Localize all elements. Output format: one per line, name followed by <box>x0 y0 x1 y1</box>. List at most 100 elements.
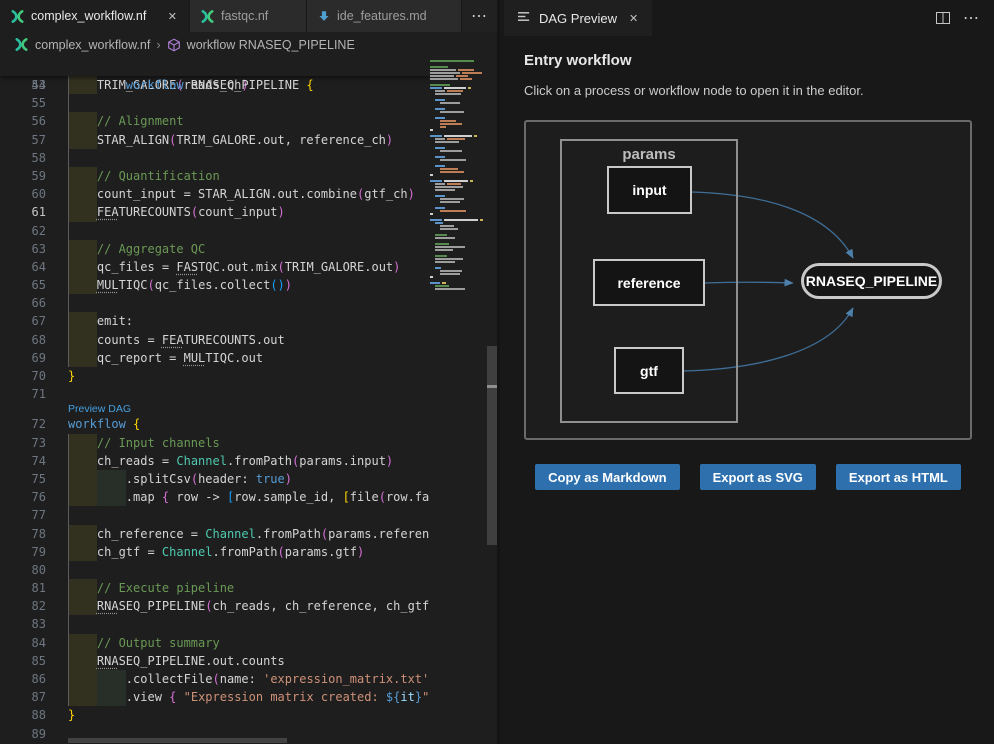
code-line-57[interactable]: 57STAR_ALIGN(TRIM_GALORE.out, reference_… <box>0 131 430 149</box>
code-line-73[interactable]: 73// Input channels <box>0 434 430 452</box>
tab-ide-features-md[interactable]: ide_features.md <box>307 0 462 32</box>
code-line-77[interactable]: 77 <box>0 506 430 524</box>
code-line-74[interactable]: 74ch_reads = Channel.fromPath(params.inp… <box>0 452 430 470</box>
line-number: 77 <box>0 506 46 524</box>
code-line-86[interactable]: 86.collectFile(name: 'expression_matrix.… <box>0 670 430 688</box>
panel-actions: ⋯ <box>935 8 994 28</box>
code-line-63[interactable]: 63// Aggregate QC <box>0 240 430 258</box>
code-line-56[interactable]: 56// Alignment <box>0 112 430 130</box>
export-as-html-button[interactable]: Export as HTML <box>836 464 961 490</box>
markdown-icon <box>317 9 331 23</box>
code-line-64[interactable]: 64qc_files = FASTQC.out.mix(TRIM_GALORE.… <box>0 258 430 276</box>
line-number: 88 <box>0 706 46 724</box>
tab-dag-preview[interactable]: DAG Preview ✕ <box>504 0 652 36</box>
code-line-79[interactable]: 79ch_gtf = Channel.fromPath(params.gtf) <box>0 543 430 561</box>
code-line-87[interactable]: 87.view { "Expression matrix created: ${… <box>0 688 430 706</box>
tab-overflow-button[interactable]: ⋯ <box>462 0 497 32</box>
code-line-76[interactable]: 76.map { row -> [row.sample_id, [file(ro… <box>0 488 430 506</box>
line-number: 78 <box>0 525 46 543</box>
code-line-61[interactable]: 61FEATURECOUNTS(count_input) <box>0 203 430 221</box>
code-line-68[interactable]: 68counts = FEATURECOUNTS.out <box>0 331 430 349</box>
line-number: 58 <box>0 149 46 167</box>
copy-as-markdown-button[interactable]: Copy as Markdown <box>535 464 679 490</box>
code-line-70[interactable]: 70} <box>0 367 430 385</box>
vscode-window: complex_workflow.nf ✕ fastqc.nf ide_feature… <box>0 0 994 744</box>
line-number: 56 <box>0 112 46 130</box>
line-number: 64 <box>0 258 46 276</box>
line-number: 71 <box>0 385 46 403</box>
code-line-59[interactable]: 59// Quantification <box>0 167 430 185</box>
line-number: 75 <box>0 470 46 488</box>
more-actions-icon[interactable]: ⋯ <box>963 8 980 28</box>
tab-label: ide_features.md <box>337 9 427 23</box>
code-line-88[interactable]: 88} <box>0 706 430 724</box>
editor-group: complex_workflow.nf ✕ fastqc.nf ide_feature… <box>0 0 497 744</box>
breadcrumb-separator: › <box>156 37 160 52</box>
line-number: 60 <box>0 185 46 203</box>
panel-description: Click on a process or workflow node to o… <box>524 83 972 98</box>
nextflow-icon <box>200 9 215 24</box>
line-number: 66 <box>0 294 46 312</box>
code-line-78[interactable]: 78ch_reference = Channel.fromPath(params… <box>0 525 430 543</box>
code-line-75[interactable]: 75.splitCsv(header: true) <box>0 470 430 488</box>
code-line-69[interactable]: 69qc_report = MULTIQC.out <box>0 349 430 367</box>
code-line-71[interactable]: 71 <box>0 385 430 403</box>
code-line-82[interactable]: 82RNASEQ_PIPELINE(ch_reads, ch_reference… <box>0 597 430 615</box>
code-line-62[interactable]: 62 <box>0 222 430 240</box>
nextflow-file-icon <box>14 37 29 52</box>
code-line-85[interactable]: 85RNASEQ_PIPELINE.out.counts <box>0 652 430 670</box>
line-number: 87 <box>0 688 46 706</box>
breadcrumb: complex_workflow.nf › workflow RNASEQ_PI… <box>0 32 497 57</box>
close-icon[interactable]: ✕ <box>166 10 179 23</box>
horizontal-scrollbar[interactable] <box>68 738 287 743</box>
tab-label: complex_workflow.nf <box>31 9 146 23</box>
node-input[interactable]: input <box>607 166 692 214</box>
dag-preview-panel: DAG Preview ✕ ⋯ Entry workflow Click on … <box>500 0 994 744</box>
code-line-84[interactable]: 84// Output summary <box>0 634 430 652</box>
code-line-80[interactable]: 80 <box>0 561 430 579</box>
code-editor[interactable]: 54TRIM_GALORE(reads_ch)5556// Alignment5… <box>0 57 430 744</box>
sticky-scroll-line[interactable]: 43workflow RNASEQ_PIPELINE { <box>0 57 430 76</box>
code-line-81[interactable]: 81// Execute pipeline <box>0 579 430 597</box>
node-rnaseq-pipeline[interactable]: RNASEQ_PIPELINE <box>801 263 942 299</box>
page-title: Entry workflow <box>524 52 972 69</box>
code-line-65[interactable]: 65MULTIQC(qc_files.collect()) <box>0 276 430 294</box>
panel-header: DAG Preview ✕ ⋯ <box>500 0 994 36</box>
breadcrumb-symbol[interactable]: workflow RNASEQ_PIPELINE <box>187 38 355 52</box>
tab-complex-workflow-nf[interactable]: complex_workflow.nf ✕ <box>0 0 190 32</box>
vertical-scrollbar[interactable] <box>487 57 497 744</box>
code-line-72[interactable]: 72workflow { <box>0 415 430 433</box>
line-number: 65 <box>0 276 46 294</box>
split-editor-icon[interactable] <box>935 10 951 26</box>
tab-label: fastqc.nf <box>221 9 268 23</box>
code-line-67[interactable]: 67emit: <box>0 312 430 330</box>
line-number: 89 <box>0 725 46 743</box>
line-number: 68 <box>0 331 46 349</box>
line-number: 67 <box>0 312 46 330</box>
preview-list-icon <box>518 10 531 26</box>
line-number: 55 <box>0 94 46 112</box>
symbol-cube-icon <box>167 38 181 52</box>
minimap[interactable] <box>430 60 487 744</box>
code-line-66[interactable]: 66 <box>0 294 430 312</box>
line-number: 63 <box>0 240 46 258</box>
code-line-60[interactable]: 60count_input = STAR_ALIGN.out.combine(g… <box>0 185 430 203</box>
breadcrumb-file[interactable]: complex_workflow.nf <box>35 38 150 52</box>
sticky-line-number: 43 <box>0 76 46 95</box>
export-as-svg-button[interactable]: Export as SVG <box>700 464 816 490</box>
codelens-preview-dag[interactable]: Preview DAG <box>0 403 430 415</box>
scrollbar-thumb[interactable] <box>487 346 497 545</box>
node-reference[interactable]: reference <box>593 259 705 306</box>
code-line-83[interactable]: 83 <box>0 615 430 633</box>
line-number: 86 <box>0 670 46 688</box>
line-number: 76 <box>0 488 46 506</box>
code-line-58[interactable]: 58 <box>0 149 430 167</box>
nextflow-icon <box>10 9 25 24</box>
code-line-55[interactable]: 55 <box>0 94 430 112</box>
line-number: 57 <box>0 131 46 149</box>
close-icon[interactable]: ✕ <box>629 12 638 25</box>
node-gtf[interactable]: gtf <box>614 347 684 394</box>
tab-fastqc-nf[interactable]: fastqc.nf <box>190 0 307 32</box>
line-number: 69 <box>0 349 46 367</box>
panel-body: Entry workflow Click on a process or wor… <box>500 36 994 490</box>
